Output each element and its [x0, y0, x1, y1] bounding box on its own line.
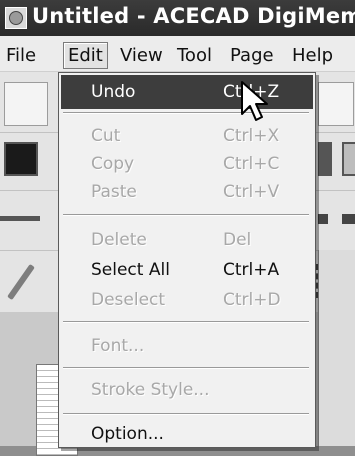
- menu-view[interactable]: View: [116, 43, 167, 68]
- menu-item-label: Copy: [91, 154, 135, 174]
- menu-bar: File Edit View Tool Page Help: [0, 36, 355, 72]
- menu-item-font[interactable]: Font...: [61, 329, 313, 363]
- arrow-cursor-icon: [241, 81, 268, 121]
- menu-separator: [63, 112, 309, 114]
- pen-icon[interactable]: [7, 263, 35, 301]
- menu-item-delete[interactable]: Delete Del: [61, 223, 313, 257]
- menu-item-deselect[interactable]: Deselect Ctrl+D: [61, 283, 313, 317]
- menu-separator: [63, 367, 309, 369]
- menu-item-shortcut: Ctrl+D: [223, 290, 281, 310]
- line-width-icon[interactable]: [318, 214, 328, 224]
- line-width-icon[interactable]: [0, 216, 40, 221]
- new-page-icon[interactable]: [4, 82, 48, 126]
- menu-item-label: Font...: [91, 336, 145, 356]
- app-icon[interactable]: [5, 7, 27, 29]
- menu-item-select-all[interactable]: Select All Ctrl+A: [61, 253, 313, 287]
- menu-separator: [63, 321, 309, 323]
- menu-tool[interactable]: Tool: [173, 43, 216, 68]
- title-bar: Untitled - ACECAD DigiMemo Man: [0, 0, 355, 36]
- menu-item-shortcut: Ctrl+C: [223, 154, 280, 174]
- menu-item-label: Delete: [91, 230, 147, 250]
- window-title: Untitled - ACECAD DigiMemo Man: [32, 4, 355, 28]
- menu-item-stroke-style[interactable]: Stroke Style...: [61, 373, 313, 407]
- print-icon[interactable]: [318, 82, 354, 126]
- menu-separator: [63, 413, 309, 415]
- menu-item-shortcut: Ctrl+A: [223, 260, 280, 280]
- menu-item-shortcut: Ctrl+V: [223, 182, 280, 202]
- menu-file[interactable]: File: [2, 43, 40, 68]
- color-swatch-icon[interactable]: [342, 142, 355, 176]
- menu-page[interactable]: Page: [226, 43, 278, 68]
- menu-item-label: Paste: [91, 182, 137, 202]
- menu-separator: [63, 214, 309, 216]
- menu-item-label: Cut: [91, 126, 121, 146]
- menu-item-shortcut: Del: [223, 230, 252, 250]
- menu-item-paste[interactable]: Paste Ctrl+V: [61, 175, 313, 209]
- color-swatch-icon[interactable]: [4, 142, 38, 176]
- menu-help[interactable]: Help: [288, 43, 337, 68]
- menu-edit[interactable]: Edit: [63, 42, 108, 69]
- color-swatch-icon[interactable]: [318, 142, 332, 176]
- menu-item-label: Undo: [91, 82, 136, 102]
- menu-item-shortcut: Ctrl+X: [223, 126, 280, 146]
- menu-item-label: Stroke Style...: [91, 380, 210, 400]
- menu-item-undo[interactable]: Undo Ctrl+Z: [61, 75, 313, 109]
- edit-menu-dropdown: Undo Ctrl+Z Cut Ctrl+X Copy Ctrl+C Paste…: [58, 72, 316, 448]
- line-width-icon[interactable]: [342, 214, 355, 224]
- menu-item-label: Option...: [91, 424, 164, 444]
- side-panel: [318, 250, 355, 446]
- menu-item-label: Select All: [91, 260, 170, 280]
- menu-item-label: Deselect: [91, 290, 166, 310]
